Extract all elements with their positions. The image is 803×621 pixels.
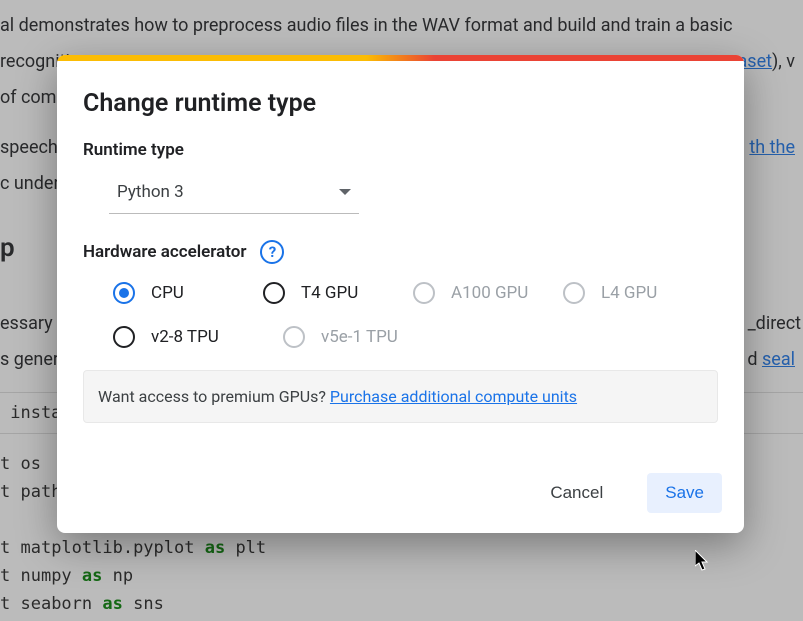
radio-l4-gpu: L4 GPU [563,282,713,304]
radio-label: v2-8 TPU [151,327,219,347]
radio-v5e-1-tpu: v5e-1 TPU [283,326,453,348]
accelerator-radio-group: CPU T4 GPU A100 GPU L4 GPU v2-8 TPU v5e-… [83,278,718,348]
runtime-type-value: Python 3 [117,182,184,202]
radio-icon [413,282,435,304]
runtime-type-label: Runtime type [83,140,718,160]
radio-a100-gpu: A100 GPU [413,282,563,304]
purchase-compute-link[interactable]: Purchase additional compute units [330,387,577,406]
radio-icon [113,326,135,348]
radio-label: L4 GPU [601,283,657,303]
radio-label: T4 GPU [301,283,358,303]
radio-cpu[interactable]: CPU [113,282,263,304]
radio-icon [563,282,585,304]
chevron-down-icon [339,189,351,195]
radio-label: A100 GPU [451,283,528,303]
help-icon[interactable]: ? [260,240,284,264]
premium-gpu-promo: Want access to premium GPUs? Purchase ad… [83,370,718,423]
cancel-button[interactable]: Cancel [532,473,621,513]
change-runtime-dialog: Change runtime type Runtime type Python … [57,55,744,533]
radio-icon [263,282,285,304]
runtime-type-select[interactable]: Python 3 [109,170,359,214]
radio-label: v5e-1 TPU [321,327,398,347]
save-button[interactable]: Save [647,473,722,513]
hardware-accelerator-label: Hardware accelerator [83,242,246,262]
dialog-title: Change runtime type [83,89,718,118]
radio-v2-8-tpu[interactable]: v2-8 TPU [113,326,283,348]
radio-t4-gpu[interactable]: T4 GPU [263,282,413,304]
radio-icon [113,282,135,304]
radio-icon [283,326,305,348]
radio-label: CPU [151,283,184,303]
